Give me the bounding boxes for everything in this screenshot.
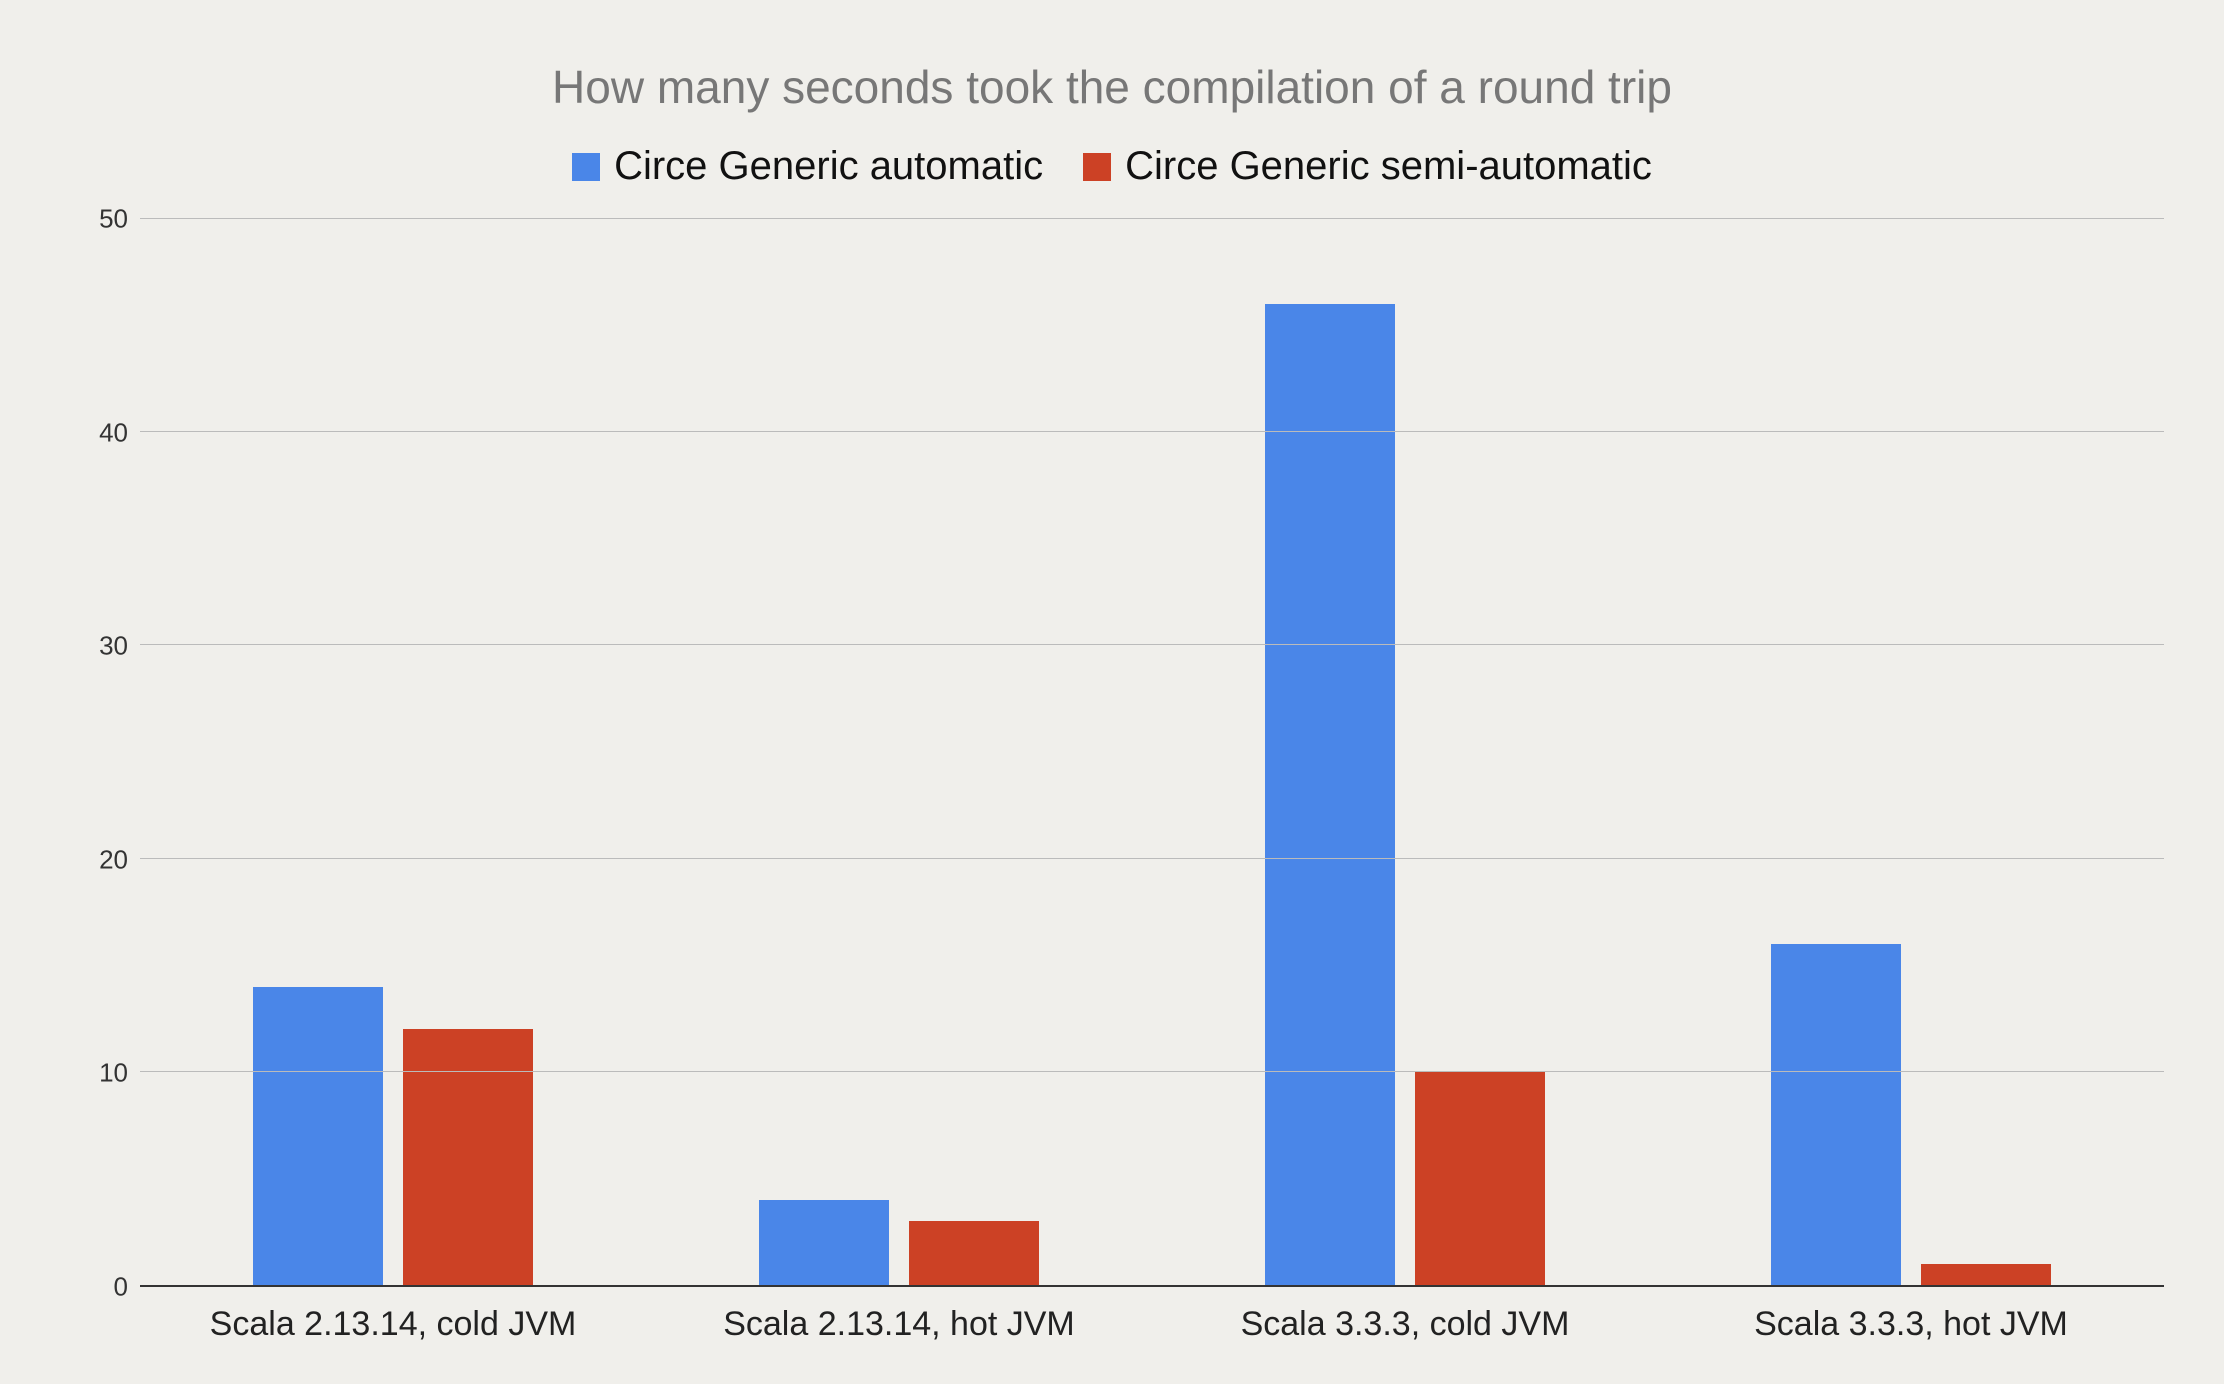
bar: [1771, 944, 1901, 1285]
bar: [1921, 1264, 2051, 1285]
y-tick-label: 0: [114, 1272, 128, 1303]
chart-title: How many seconds took the compilation of…: [60, 60, 2164, 114]
gridline: [140, 431, 2164, 432]
y-tick-label: 50: [99, 204, 128, 235]
x-tick-label: Scala 3.3.3, hot JVM: [1658, 1305, 2164, 1344]
chart-area: 01020304050 Scala 2.13.14, cold JVMScala…: [60, 219, 2164, 1344]
legend-item-semi-automatic: Circe Generic semi-automatic: [1083, 144, 1652, 189]
y-tick-label: 10: [99, 1058, 128, 1089]
gridline: [140, 858, 2164, 859]
bar-group: [140, 219, 646, 1285]
x-tick-label: Scala 2.13.14, hot JVM: [646, 1305, 1152, 1344]
x-tick-label: Scala 2.13.14, cold JVM: [140, 1305, 646, 1344]
legend-swatch-red: [1083, 153, 1111, 181]
plot-area: [140, 219, 2164, 1287]
bar: [403, 1029, 533, 1285]
gridline: [140, 644, 2164, 645]
bar-groups: [140, 219, 2164, 1285]
bar: [909, 1221, 1039, 1285]
bar: [253, 987, 383, 1285]
bar-group: [1152, 219, 1658, 1285]
bar: [759, 1200, 889, 1285]
y-tick-label: 20: [99, 844, 128, 875]
gridline: [140, 1071, 2164, 1072]
bar: [1415, 1072, 1545, 1285]
x-axis: Scala 2.13.14, cold JVMScala 2.13.14, ho…: [140, 1305, 2164, 1344]
y-tick-label: 30: [99, 631, 128, 662]
gridline: [140, 218, 2164, 219]
legend-label-automatic: Circe Generic automatic: [614, 144, 1043, 189]
y-axis: 01020304050: [60, 219, 140, 1287]
bar-group: [1658, 219, 2164, 1285]
chart-legend: Circe Generic automatic Circe Generic se…: [60, 144, 2164, 189]
x-tick-label: Scala 3.3.3, cold JVM: [1152, 1305, 1658, 1344]
legend-swatch-blue: [572, 153, 600, 181]
bar: [1265, 304, 1395, 1285]
bar-group: [646, 219, 1152, 1285]
y-tick-label: 40: [99, 417, 128, 448]
legend-label-semi-automatic: Circe Generic semi-automatic: [1125, 144, 1652, 189]
legend-item-automatic: Circe Generic automatic: [572, 144, 1043, 189]
